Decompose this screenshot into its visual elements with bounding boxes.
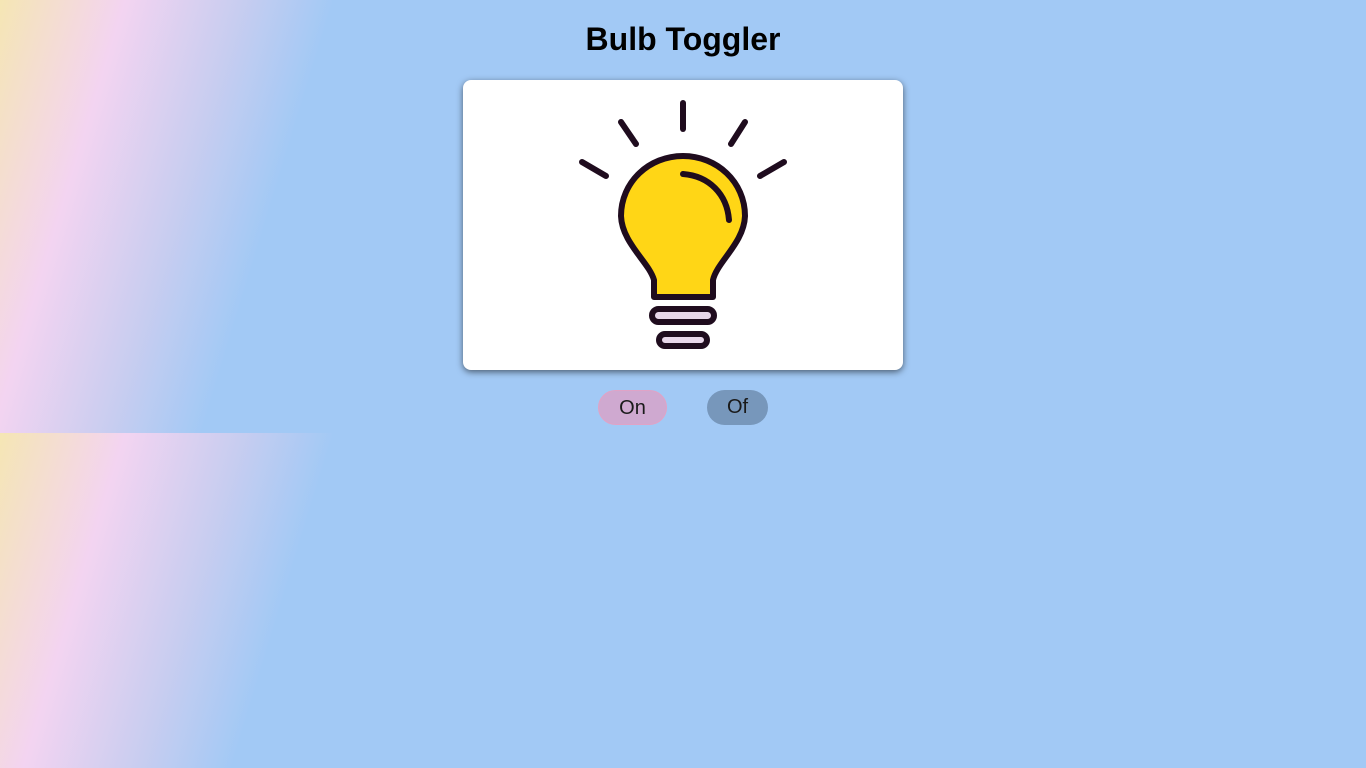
page-title: Bulb Toggler: [585, 21, 781, 57]
bulb-base-ring-top: [649, 306, 717, 325]
bulb-base-ring-bottom: [656, 331, 710, 349]
off-button[interactable]: Of: [707, 390, 768, 425]
lightbulb-icon: [579, 100, 787, 349]
bulb-card: [463, 80, 903, 370]
on-button[interactable]: On: [598, 390, 667, 425]
bulb-glass: [618, 153, 748, 300]
background-gradient-bottom: [0, 433, 1366, 768]
